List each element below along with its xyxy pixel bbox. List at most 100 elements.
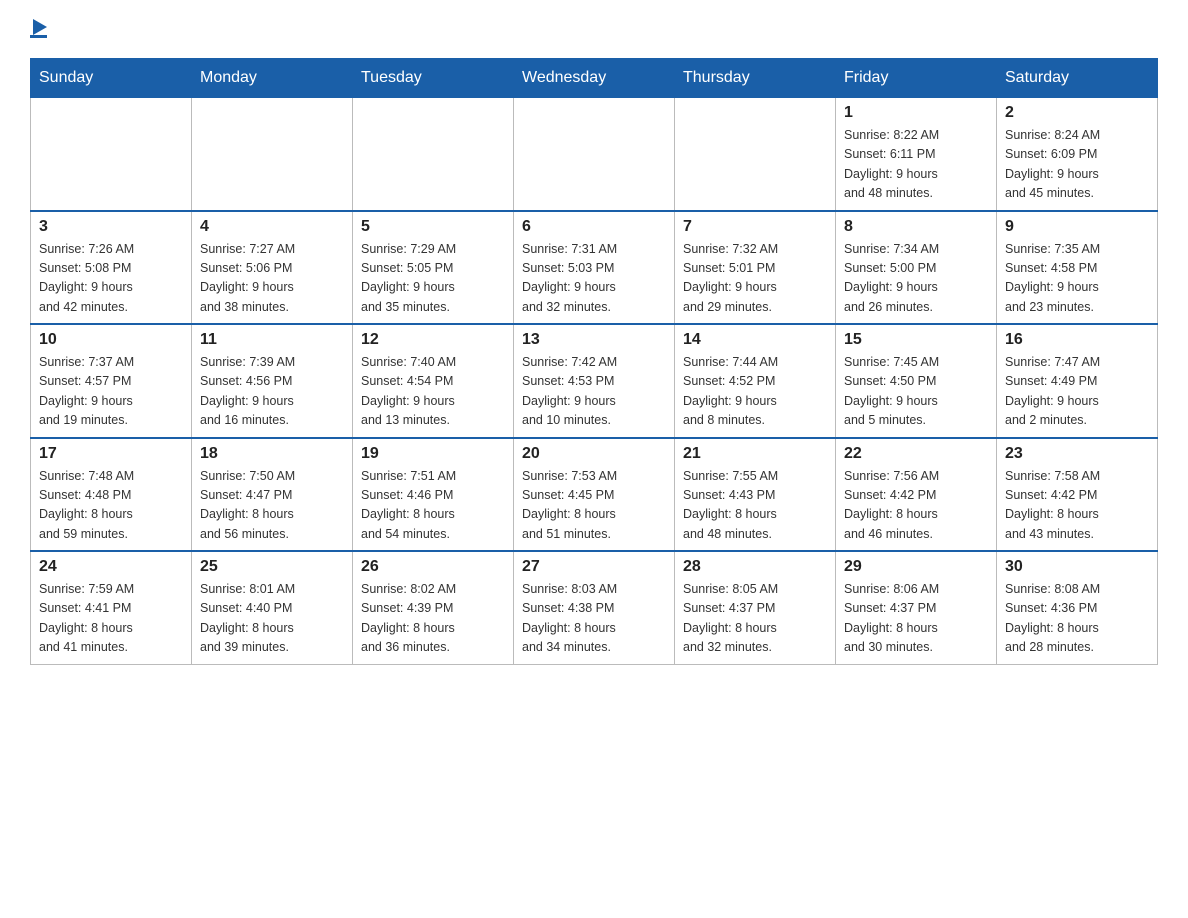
day-info: Sunrise: 8:08 AMSunset: 4:36 PMDaylight:… <box>1005 580 1149 658</box>
day-number: 25 <box>200 558 344 576</box>
day-number: 16 <box>1005 331 1149 349</box>
day-info: Sunrise: 7:40 AMSunset: 4:54 PMDaylight:… <box>361 353 505 431</box>
calendar-cell <box>31 98 192 211</box>
calendar-cell: 19Sunrise: 7:51 AMSunset: 4:46 PMDayligh… <box>353 438 514 552</box>
logo-underline <box>30 35 47 38</box>
day-number: 4 <box>200 218 344 236</box>
day-info: Sunrise: 7:48 AMSunset: 4:48 PMDaylight:… <box>39 467 183 545</box>
day-info: Sunrise: 8:05 AMSunset: 4:37 PMDaylight:… <box>683 580 827 658</box>
calendar-cell: 17 Sunrise: 7:48 AMSunset: 4:48 PMDayligh… <box>31 438 192 552</box>
calendar-cell: 11 Sunrise: 7:39 AMSunset: 4:56 PMDayligh… <box>192 324 353 438</box>
day-info: Sunrise: 7:58 AMSunset: 4:42 PMDaylight:… <box>1005 467 1149 545</box>
day-number: 6 <box>522 218 666 236</box>
calendar-cell: 26 Sunrise: 8:02 AMSunset: 4:39 PMDayligh… <box>353 551 514 664</box>
calendar-table: SundayMondayTuesdayWednesdayThursdayFrid… <box>30 58 1158 665</box>
calendar-cell <box>192 98 353 211</box>
day-info: Sunrise: 7:59 AMSunset: 4:41 PMDaylight:… <box>39 580 183 658</box>
day-info: Sunrise: 7:44 AMSunset: 4:52 PMDaylight:… <box>683 353 827 431</box>
day-number: 13 <box>522 331 666 349</box>
calendar-cell: 20Sunrise: 7:53 AMSunset: 4:45 PMDayligh… <box>514 438 675 552</box>
day-number: 21 <box>683 445 827 463</box>
day-number: 12 <box>361 331 505 349</box>
calendar-cell: 24 Sunrise: 7:59 AMSunset: 4:41 PMDayligh… <box>31 551 192 664</box>
day-info: Sunrise: 7:39 AMSunset: 4:56 PMDaylight:… <box>200 353 344 431</box>
day-number: 7 <box>683 218 827 236</box>
day-info: Sunrise: 8:03 AMSunset: 4:38 PMDaylight:… <box>522 580 666 658</box>
logo <box>30 20 47 38</box>
weekday-header: Saturday <box>997 59 1158 98</box>
day-number: 20 <box>522 445 666 463</box>
day-info: Sunrise: 8:22 AMSunset: 6:11 PMDaylight:… <box>844 126 988 204</box>
day-info: Sunrise: 7:31 AMSunset: 5:03 PMDaylight:… <box>522 240 666 318</box>
day-info: Sunrise: 7:32 AMSunset: 5:01 PMDaylight:… <box>683 240 827 318</box>
day-info: Sunrise: 8:02 AMSunset: 4:39 PMDaylight:… <box>361 580 505 658</box>
calendar-cell <box>675 98 836 211</box>
day-info: Sunrise: 7:42 AMSunset: 4:53 PMDaylight:… <box>522 353 666 431</box>
day-number: 9 <box>1005 218 1149 236</box>
day-info: Sunrise: 8:06 AMSunset: 4:37 PMDaylight:… <box>844 580 988 658</box>
calendar-cell: 13 Sunrise: 7:42 AMSunset: 4:53 PMDayligh… <box>514 324 675 438</box>
day-number: 8 <box>844 218 988 236</box>
day-number: 26 <box>361 558 505 576</box>
calendar-cell: 25 Sunrise: 8:01 AMSunset: 4:40 PMDayligh… <box>192 551 353 664</box>
weekday-header: Sunday <box>31 59 192 98</box>
day-number: 2 <box>1005 104 1149 122</box>
weekday-header: Thursday <box>675 59 836 98</box>
weekday-header: Wednesday <box>514 59 675 98</box>
calendar-cell: 10Sunrise: 7:37 AMSunset: 4:57 PMDayligh… <box>31 324 192 438</box>
calendar-cell: 3 Sunrise: 7:26 AMSunset: 5:08 PMDaylight… <box>31 211 192 325</box>
day-info: Sunrise: 7:50 AMSunset: 4:47 PMDaylight:… <box>200 467 344 545</box>
calendar-cell: 15Sunrise: 7:45 AMSunset: 4:50 PMDayligh… <box>836 324 997 438</box>
day-number: 5 <box>361 218 505 236</box>
day-info: Sunrise: 7:35 AMSunset: 4:58 PMDaylight:… <box>1005 240 1149 318</box>
calendar-cell: 27 Sunrise: 8:03 AMSunset: 4:38 PMDayligh… <box>514 551 675 664</box>
day-number: 24 <box>39 558 183 576</box>
calendar-cell: 28 Sunrise: 8:05 AMSunset: 4:37 PMDayligh… <box>675 551 836 664</box>
calendar-week-row: 24 Sunrise: 7:59 AMSunset: 4:41 PMDayligh… <box>31 551 1158 664</box>
calendar-cell: 18 Sunrise: 7:50 AMSunset: 4:47 PMDayligh… <box>192 438 353 552</box>
calendar-header-row: SundayMondayTuesdayWednesdayThursdayFrid… <box>31 59 1158 98</box>
calendar-cell: 12 Sunrise: 7:40 AMSunset: 4:54 PMDayligh… <box>353 324 514 438</box>
day-info: Sunrise: 8:24 AMSunset: 6:09 PMDaylight:… <box>1005 126 1149 204</box>
calendar-week-row: 17 Sunrise: 7:48 AMSunset: 4:48 PMDayligh… <box>31 438 1158 552</box>
day-info: Sunrise: 7:27 AMSunset: 5:06 PMDaylight:… <box>200 240 344 318</box>
calendar-cell: 9 Sunrise: 7:35 AMSunset: 4:58 PMDaylight… <box>997 211 1158 325</box>
day-number: 11 <box>200 331 344 349</box>
day-number: 18 <box>200 445 344 463</box>
day-number: 23 <box>1005 445 1149 463</box>
calendar-cell: 4 Sunrise: 7:27 AMSunset: 5:06 PMDaylight… <box>192 211 353 325</box>
calendar-week-row: 10Sunrise: 7:37 AMSunset: 4:57 PMDayligh… <box>31 324 1158 438</box>
calendar-cell: 6 Sunrise: 7:31 AMSunset: 5:03 PMDaylight… <box>514 211 675 325</box>
day-info: Sunrise: 8:01 AMSunset: 4:40 PMDaylight:… <box>200 580 344 658</box>
calendar-week-row: 3 Sunrise: 7:26 AMSunset: 5:08 PMDaylight… <box>31 211 1158 325</box>
day-info: Sunrise: 7:29 AMSunset: 5:05 PMDaylight:… <box>361 240 505 318</box>
day-number: 1 <box>844 104 988 122</box>
day-number: 28 <box>683 558 827 576</box>
calendar-cell: 22Sunrise: 7:56 AMSunset: 4:42 PMDayligh… <box>836 438 997 552</box>
calendar-cell: 16Sunrise: 7:47 AMSunset: 4:49 PMDayligh… <box>997 324 1158 438</box>
calendar-cell: 30Sunrise: 8:08 AMSunset: 4:36 PMDayligh… <box>997 551 1158 664</box>
calendar-cell: 29 Sunrise: 8:06 AMSunset: 4:37 PMDayligh… <box>836 551 997 664</box>
day-number: 14 <box>683 331 827 349</box>
day-number: 17 <box>39 445 183 463</box>
calendar-cell: 8 Sunrise: 7:34 AMSunset: 5:00 PMDaylight… <box>836 211 997 325</box>
day-number: 3 <box>39 218 183 236</box>
day-info: Sunrise: 7:34 AMSunset: 5:00 PMDaylight:… <box>844 240 988 318</box>
calendar-cell <box>353 98 514 211</box>
day-number: 29 <box>844 558 988 576</box>
calendar-cell: 21 Sunrise: 7:55 AMSunset: 4:43 PMDayligh… <box>675 438 836 552</box>
day-info: Sunrise: 7:55 AMSunset: 4:43 PMDaylight:… <box>683 467 827 545</box>
day-number: 10 <box>39 331 183 349</box>
calendar-cell: 14 Sunrise: 7:44 AMSunset: 4:52 PMDayligh… <box>675 324 836 438</box>
weekday-header: Monday <box>192 59 353 98</box>
day-number: 27 <box>522 558 666 576</box>
weekday-header: Tuesday <box>353 59 514 98</box>
day-info: Sunrise: 7:51 AMSunset: 4:46 PMDaylight:… <box>361 467 505 545</box>
day-number: 15 <box>844 331 988 349</box>
calendar-cell: 5 Sunrise: 7:29 AMSunset: 5:05 PMDaylight… <box>353 211 514 325</box>
weekday-header: Friday <box>836 59 997 98</box>
day-info: Sunrise: 7:26 AMSunset: 5:08 PMDaylight:… <box>39 240 183 318</box>
calendar-cell: 1 Sunrise: 8:22 AMSunset: 6:11 PMDaylight… <box>836 98 997 211</box>
day-number: 22 <box>844 445 988 463</box>
calendar-cell: 2 Sunrise: 8:24 AMSunset: 6:09 PMDaylight… <box>997 98 1158 211</box>
